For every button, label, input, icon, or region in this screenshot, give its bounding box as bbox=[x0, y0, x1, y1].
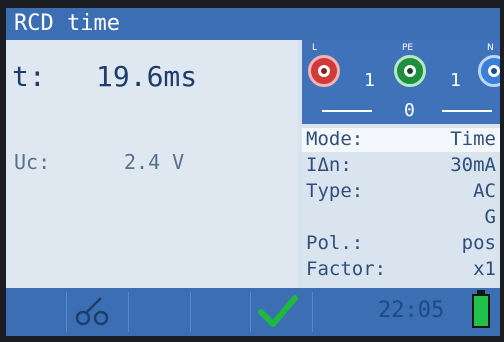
probe-connect-icon bbox=[75, 297, 109, 326]
trip-time-value: 19.6ms bbox=[96, 60, 198, 93]
param-factor[interactable]: Factor: x1 bbox=[302, 258, 500, 282]
fkey-2[interactable] bbox=[128, 292, 184, 332]
terminal-label-l: L bbox=[312, 43, 318, 53]
contact-voltage-label: Uc: bbox=[14, 150, 51, 174]
param-key: Factor: bbox=[306, 258, 387, 280]
fkey-5[interactable] bbox=[312, 292, 368, 332]
page-title: RCD time bbox=[14, 11, 120, 36]
terminal-n-icon bbox=[478, 55, 500, 87]
param-key: Mode: bbox=[306, 128, 364, 150]
param-polarity[interactable]: Pol.: pos bbox=[302, 232, 500, 256]
battery-icon bbox=[472, 294, 490, 328]
clock: 22:05 bbox=[378, 298, 445, 323]
instrument-screen: RCD time t: 19.6ms Uc: 2.4 V L PE N 1 1 … bbox=[6, 8, 500, 336]
fkey-probe[interactable] bbox=[66, 292, 122, 332]
title-bar: RCD time bbox=[6, 8, 500, 40]
terminal-pe-icon bbox=[394, 55, 426, 87]
checkmark-icon bbox=[258, 295, 298, 327]
terminal-l-icon bbox=[308, 55, 340, 87]
param-value: G bbox=[484, 206, 496, 228]
param-value: Time bbox=[450, 128, 496, 150]
terminal-label-n: N bbox=[487, 43, 494, 53]
terminal-label-pe: PE bbox=[402, 43, 414, 53]
terminal-status-panel: L PE N 1 1 0 bbox=[302, 40, 500, 124]
contact-voltage-value: 2.4 V bbox=[124, 150, 185, 174]
parameter-list: Mode: Time IΔn: 30mA Type: AC G Pol.: po… bbox=[302, 124, 500, 288]
param-key: IΔn: bbox=[306, 154, 352, 176]
param-type[interactable]: Type: AC bbox=[302, 180, 500, 204]
param-type-g[interactable]: G bbox=[302, 206, 500, 230]
param-key: Pol.: bbox=[306, 232, 364, 254]
fkey-3[interactable] bbox=[190, 292, 246, 332]
l-pe-status: 1 bbox=[364, 70, 375, 91]
param-value: 30mA bbox=[450, 154, 496, 176]
param-idn[interactable]: IΔn: 30mA bbox=[302, 154, 500, 178]
param-value: x1 bbox=[473, 258, 496, 280]
fkey-status[interactable] bbox=[250, 292, 306, 332]
pe-n-status: 1 bbox=[450, 70, 461, 91]
param-key: Type: bbox=[306, 180, 364, 202]
l-n-status: 0 bbox=[404, 100, 415, 121]
l-n-line bbox=[322, 110, 372, 112]
param-value: pos bbox=[461, 232, 496, 254]
trip-time-label: t: bbox=[12, 60, 46, 93]
param-value: AC bbox=[473, 180, 496, 202]
pe-n-line bbox=[442, 110, 492, 112]
param-mode[interactable]: Mode: Time bbox=[302, 128, 500, 152]
